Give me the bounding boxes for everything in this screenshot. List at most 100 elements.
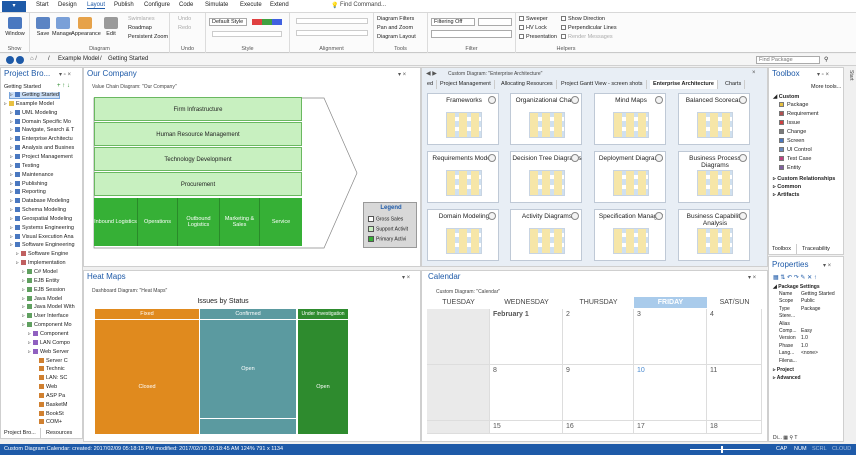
tree-item[interactable]: ▹ Visual Execution Ana: [10, 234, 74, 240]
properties-toolbar-icons[interactable]: ▦ ⇅ ↶ ↷ ✎ ✕ ↑: [773, 274, 817, 281]
tree-item[interactable]: ▹ C# Model: [22, 269, 58, 275]
tree-item[interactable]: ▹ Component Mo: [22, 322, 72, 328]
calendar-day-cell[interactable]: 17: [634, 421, 707, 434]
persistent-zoom-button[interactable]: Persistent Zoom: [128, 34, 168, 40]
panel-controls-icon[interactable]: ◀ ▶: [426, 70, 437, 77]
ea-tile[interactable]: Domain Modeling: [427, 209, 499, 261]
ea-tile[interactable]: Organizational Charts: [510, 93, 582, 145]
toolbox-item[interactable]: Issue: [779, 120, 800, 126]
show-direction-checkbox[interactable]: Show Direction: [561, 16, 605, 22]
tab-charts[interactable]: Charts: [722, 80, 746, 89]
back-icon[interactable]: [6, 56, 14, 64]
hv-lock-checkbox[interactable]: HV Lock: [519, 25, 547, 31]
tree-item[interactable]: COM+: [34, 419, 62, 425]
support-activity-tech[interactable]: Technology Development: [94, 147, 302, 171]
tree-item[interactable]: ▹ Enterprise Architectu: [10, 136, 73, 142]
toolbox-item[interactable]: Screen: [779, 138, 804, 144]
primary-activity-marketing[interactable]: Marketing & Sales: [220, 198, 260, 246]
support-activity-procurement[interactable]: Procurement: [94, 172, 302, 196]
zoom-slider[interactable]: [690, 449, 760, 450]
ea-tile[interactable]: Business Capability Analysis: [678, 209, 750, 261]
render-messages-checkbox[interactable]: Render Messages: [561, 34, 613, 40]
tree-item[interactable]: ▹ Reporting: [10, 189, 46, 195]
align-icons-row2[interactable]: [296, 30, 368, 36]
find-package-input[interactable]: Find Package: [756, 56, 820, 64]
line-style-icons[interactable]: [212, 31, 282, 37]
properties-group-advanced[interactable]: ▹ Advanced: [773, 375, 801, 381]
diagram-filters-button[interactable]: Diagram Filters: [377, 16, 414, 22]
tree-item[interactable]: ▹ LAN Compo: [28, 340, 70, 346]
browser-nav-icons[interactable]: + ↑ ↓: [57, 83, 70, 89]
ea-tile[interactable]: Requirements Models: [427, 151, 499, 203]
panel-controls-icon[interactable]: ▾ ▫ ×: [59, 71, 71, 78]
toolbox-group-relationships[interactable]: ▹ Custom Relationships: [773, 176, 835, 182]
sweeper-checkbox[interactable]: Sweeper: [519, 16, 548, 22]
tree-item[interactable]: ▹ Java Model: [22, 296, 62, 302]
tab-allocating-resources[interactable]: Allocating Resources: [498, 80, 557, 89]
style-color-icons[interactable]: [252, 19, 282, 25]
heatmap-cell-open[interactable]: Open: [200, 320, 296, 418]
app-menu-button[interactable]: ▾: [2, 1, 26, 12]
pan-zoom-button[interactable]: Pan and Zoom: [377, 25, 413, 31]
toolbox-item[interactable]: Package: [779, 102, 808, 108]
align-icons-row1[interactable]: [296, 18, 368, 24]
calendar-day-cell[interactable]: 11: [707, 365, 762, 421]
tab-project-management[interactable]: Project Management: [437, 80, 495, 89]
toolbox-group-custom[interactable]: ◢ Custom: [773, 94, 799, 100]
calendar-day-cell[interactable]: February 1: [490, 309, 563, 365]
menu-layout[interactable]: Layout: [87, 2, 106, 9]
toolbox-item[interactable]: Test Case: [779, 156, 811, 162]
tree-item[interactable]: ▹ Software Engineering: [10, 242, 75, 248]
presentation-checkbox[interactable]: Presentation: [519, 34, 557, 40]
menu-execute[interactable]: Execute: [240, 2, 262, 8]
heatmap-cell-closed[interactable]: Closed: [95, 320, 199, 434]
zoom-slider-thumb[interactable]: [721, 446, 723, 453]
tab-toolbox[interactable]: Toolbox: [769, 244, 797, 254]
tree-item[interactable]: BasketM: [34, 402, 67, 408]
menu-design[interactable]: Design: [58, 2, 77, 8]
edit-button[interactable]: Edit: [100, 31, 122, 37]
calendar-day-cell[interactable]: 2: [563, 309, 634, 365]
tree-item[interactable]: LAN: SC: [34, 375, 67, 381]
tree-item[interactable]: ▹ Maintenance: [10, 172, 54, 178]
tree-item[interactable]: ▹ User Interface: [22, 313, 69, 319]
ea-tile[interactable]: Activity Diagrams: [510, 209, 582, 261]
property-value[interactable]: Public: [801, 298, 815, 304]
primary-activity-outbound[interactable]: Outbound Logistics: [178, 198, 220, 246]
toolbox-group-common[interactable]: ▹ Common: [773, 184, 801, 190]
calendar-day-cell[interactable]: 18: [707, 421, 762, 434]
ea-tile[interactable]: Decision Tree Diagrams: [510, 151, 582, 203]
tree-item[interactable]: ▹ Implementation: [16, 260, 66, 266]
properties-section[interactable]: ◢ Package Settings: [773, 284, 820, 290]
primary-activity-service[interactable]: Service: [260, 198, 302, 246]
calendar-day-cell[interactable]: [427, 309, 490, 365]
tree-item[interactable]: Server C: [34, 358, 68, 364]
properties-bottom-tabs[interactable]: Di... ▦ ⚲ T: [773, 435, 797, 441]
menu-code[interactable]: Code: [179, 2, 193, 8]
ea-tile[interactable]: Business Process Diagrams: [678, 151, 750, 203]
tab-traceability[interactable]: Traceability: [799, 244, 843, 254]
home-icon[interactable]: ⌂ /: [30, 56, 37, 62]
menu-start[interactable]: Start: [36, 2, 49, 8]
tree-item[interactable]: ▹ Schema Modeling: [10, 207, 66, 213]
menu-publish[interactable]: Publish: [114, 2, 134, 8]
tree-item[interactable]: ▹ Publishing: [10, 181, 47, 187]
undo-button[interactable]: Undo: [178, 16, 191, 22]
panel-controls-icon[interactable]: ▾ ×: [402, 274, 410, 281]
property-value[interactable]: 1.0: [801, 343, 808, 349]
heatmap-cell[interactable]: [200, 419, 296, 434]
tree-item[interactable]: Web: [34, 384, 57, 390]
appearance-button[interactable]: Appearance: [70, 31, 102, 37]
search-icon[interactable]: ⚲: [824, 56, 828, 63]
tree-item[interactable]: ▹ UML Modeling: [10, 110, 57, 116]
tree-item[interactable]: ▹ Domain Specific Mo: [10, 119, 71, 125]
tree-item[interactable]: ▹ Java Model With: [22, 304, 75, 310]
ea-tile[interactable]: Deployment Diagrams: [594, 151, 666, 203]
tree-item[interactable]: ▹ Navigate, Search & T: [10, 127, 74, 133]
tree-item[interactable]: ▹ Testing: [10, 163, 39, 169]
panel-controls-icon[interactable]: ▾ ×: [748, 274, 756, 281]
toolbox-item[interactable]: Change: [779, 129, 806, 135]
ea-tile[interactable]: Mind Maps: [594, 93, 666, 145]
calendar-day-cell[interactable]: 8: [490, 365, 563, 421]
calendar-day-cell[interactable]: 16: [563, 421, 634, 434]
